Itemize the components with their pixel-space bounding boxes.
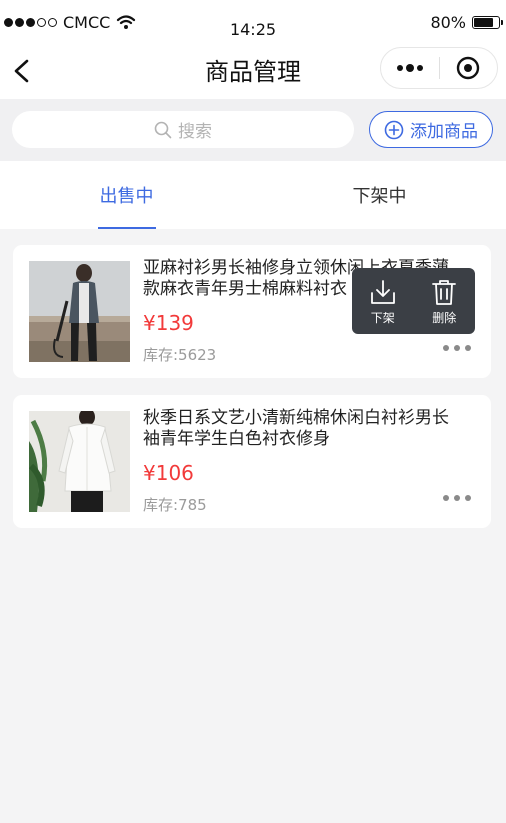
product-title: 秋季日系文艺小清新纯棉休闲白衬衫男长袖青年学生白色衬衣修身 [143, 408, 449, 449]
target-icon [457, 56, 480, 80]
tab-label: 下架中 [352, 186, 407, 207]
add-product-button[interactable]: 添加商品 [369, 111, 493, 148]
tab-off-shelf[interactable]: 下架中 [253, 161, 506, 229]
search-input[interactable]: 搜索 [12, 111, 354, 148]
back-icon[interactable] [8, 56, 36, 86]
unlist-button[interactable]: 下架 [352, 268, 414, 334]
product-price: ¥139 [143, 311, 194, 335]
trash-icon [432, 280, 457, 305]
product-card[interactable]: 秋季日系文艺小清新纯棉休闲白衬衫男长袖青年学生白色衬衣修身 ¥106 库存:78… [13, 395, 491, 528]
unlist-label: 下架 [370, 311, 395, 325]
product-image [29, 411, 130, 512]
status-right: 80% [430, 0, 503, 44]
add-product-label: 添加商品 [410, 122, 478, 142]
tab-label: 出售中 [99, 186, 154, 207]
tab-bar: 出售中 下架中 [0, 161, 506, 229]
search-icon [154, 121, 172, 138]
nav-bar: 商品管理 [0, 44, 506, 99]
status-bar: CMCC 14:25 80% [0, 0, 506, 44]
download-icon [370, 280, 395, 304]
search-placeholder: 搜索 [178, 122, 212, 142]
close-mini-program-button[interactable] [440, 48, 498, 88]
more-menu-button[interactable] [381, 48, 439, 88]
delete-label: 删除 [432, 311, 457, 325]
product-stock: 库存:5623 [143, 346, 217, 364]
product-image [29, 261, 130, 362]
battery-icon [472, 15, 503, 29]
search-row: 搜索 添加商品 [0, 99, 506, 161]
delete-button[interactable]: 删除 [414, 268, 476, 334]
product-stock: 库存:785 [143, 496, 207, 514]
plus-circle-icon [384, 120, 404, 139]
battery-percent: 80% [430, 12, 466, 32]
tab-on-sale[interactable]: 出售中 [0, 161, 253, 229]
product-price: ¥106 [143, 461, 194, 485]
more-options-icon[interactable] [443, 491, 471, 505]
tab-active-indicator [97, 227, 156, 229]
mini-program-capsule [380, 47, 498, 89]
more-options-icon[interactable] [443, 341, 471, 355]
more-dots-icon [396, 64, 423, 72]
product-action-popup: 下架 删除 [352, 268, 475, 334]
